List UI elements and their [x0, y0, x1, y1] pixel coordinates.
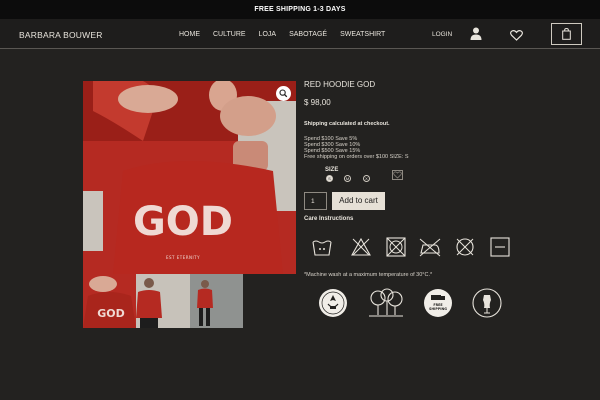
site-header: BARBARA BOUWER HOME CULTURE LOJA SABOTAG…	[0, 19, 600, 49]
main-nav: HOME CULTURE LOJA SABOTAGÉ SWEATSHIRT	[179, 31, 398, 38]
nav-culture[interactable]: CULTURE	[213, 31, 246, 38]
nav-home[interactable]: HOME	[179, 31, 200, 38]
cart-button[interactable]	[551, 23, 582, 45]
product-thumbnail-3[interactable]	[190, 274, 243, 328]
product-main-image[interactable]: GOD EST ETERNITY	[83, 81, 296, 274]
mannequin-badge	[472, 288, 502, 323]
shopping-bag-icon	[562, 28, 571, 40]
user-icon[interactable]	[470, 27, 482, 45]
no-iron-icon	[419, 237, 441, 262]
hoodie-print-text: GOD	[133, 199, 233, 245]
no-dry-clean-icon	[455, 237, 475, 262]
heart-outline-icon	[393, 171, 402, 179]
product-title: RED HOODIE GOD	[304, 80, 376, 89]
magnifier-icon	[279, 89, 288, 98]
no-bleach-icon	[351, 237, 371, 262]
ecofriendly-badge	[318, 288, 348, 323]
size-option-x[interactable]: X	[363, 175, 370, 182]
size-label: SIZE	[325, 167, 339, 173]
trees-badge	[367, 288, 405, 323]
free-shipping-badge: FREE SHIPPING	[423, 288, 453, 323]
wash-30-icon	[312, 237, 332, 262]
product-price: $ 98,00	[304, 98, 331, 107]
care-note: *Machine wash at a maximum temperature o…	[304, 272, 433, 278]
nav-sabotage[interactable]: SABOTAGÉ	[289, 31, 327, 38]
shipping-note: Shipping calculated at checkout.	[304, 121, 390, 127]
quantity-input[interactable]: 1	[304, 192, 327, 210]
add-to-cart-button[interactable]: Add to cart	[332, 192, 385, 210]
brand-logo[interactable]: BARBARA BOUWER	[19, 30, 103, 40]
size-option-m[interactable]: M	[344, 175, 351, 182]
care-instructions-title: Care Instructions	[304, 216, 354, 222]
shipping-badge-text: SHIPPING	[429, 307, 447, 311]
announcement-text: FREE SHIPPING 1-3 DAYS	[254, 6, 346, 13]
announcement-bar: FREE SHIPPING 1-3 DAYS	[0, 0, 600, 19]
dry-flat-icon	[490, 237, 510, 262]
size-option-s[interactable]: S	[326, 175, 333, 182]
product-thumbnail-2[interactable]	[136, 274, 190, 328]
nav-loja[interactable]: LOJA	[259, 31, 277, 38]
nav-sweatshirt[interactable]: SWEATSHIRT	[340, 31, 385, 38]
promo-list: Spend $100 Save 5% Spend $300 Save 10% S…	[304, 136, 409, 160]
size-wishlist-button[interactable]	[392, 170, 403, 180]
login-link[interactable]: LOGIN	[432, 31, 452, 38]
no-tumble-dry-icon	[386, 237, 406, 262]
wishlist-heart-icon[interactable]	[510, 28, 523, 46]
promo-line: Free shipping on orders over $100 SIZE: …	[304, 154, 409, 160]
thumbnail-print-text: GOD	[97, 307, 125, 320]
hoodie-subprint-text: EST ETERNITY	[166, 255, 200, 260]
product-thumbnail-1[interactable]: GOD	[83, 274, 136, 328]
zoom-button[interactable]	[276, 86, 291, 101]
